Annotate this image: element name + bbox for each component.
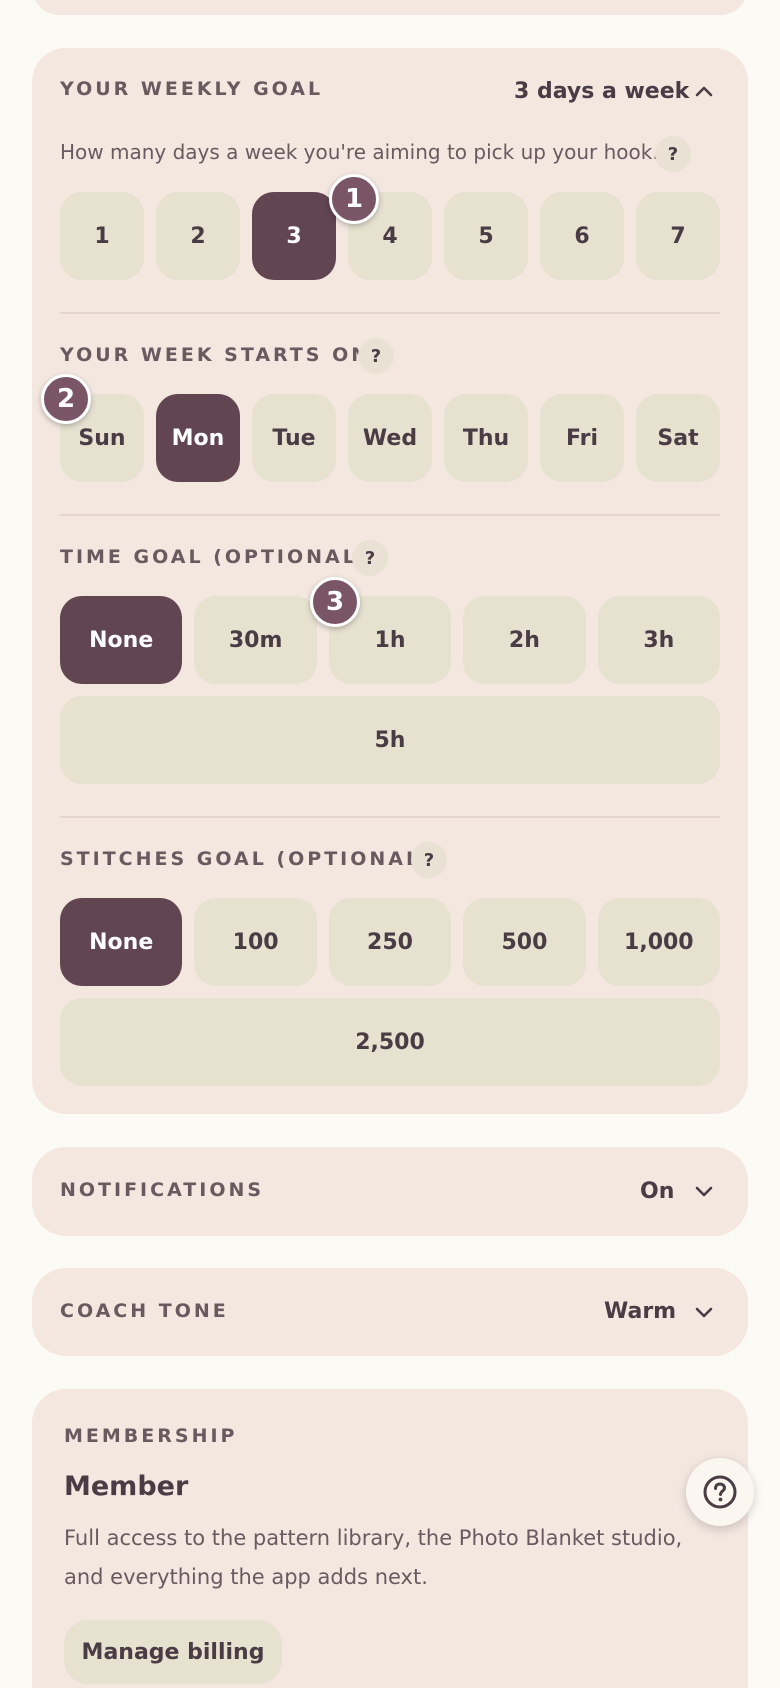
stitches-goal-options: None 100 250 500 1,000 [60,898,721,986]
membership-label: MEMBERSHIP [64,1425,238,1447]
membership-description: Full access to the pattern library, the … [64,1526,683,1589]
week-start-option-wed[interactable]: Wed [348,394,432,482]
week-start-option-fri[interactable]: Fri [540,394,624,482]
week-start-option-thu[interactable]: Thu [444,394,528,482]
time-goal-option-none[interactable]: None [60,596,183,684]
coach-tone-value: Warm [604,1299,677,1324]
weekly-goal-option-2[interactable]: 2 [156,192,240,280]
divider [60,312,720,314]
time-goal-help-icon[interactable]: ? [352,540,388,576]
help-fab-button[interactable] [686,1458,754,1526]
notifications-value: On [640,1179,675,1204]
stitches-goal-option-wide[interactable]: 2,500 [60,998,720,1086]
weekly-goal-option-6[interactable]: 6 [540,192,624,280]
week-start-options: Sun Mon Tue Wed Thu Fri Sat [60,394,720,482]
chevron-down-icon[interactable] [692,1300,716,1324]
help-circle-icon [703,1475,737,1509]
stitches-goal-option-250[interactable]: 250 [328,898,452,986]
weekly-goal-value[interactable]: 3 days a week [514,79,689,104]
weekly-goal-help-icon[interactable]: ? [655,136,691,172]
weekly-goal-option-7[interactable]: 7 [636,192,720,280]
step-badge-1: 1 [329,174,379,224]
membership-title: Member [64,1471,189,1502]
stitches-goal-label: STITCHES GOAL (OPTIONAL) [60,848,433,870]
divider [60,514,720,516]
time-goal-option-3h[interactable]: 3h [597,596,721,684]
previous-section-card [32,0,748,15]
stitches-goal-option-100[interactable]: 100 [194,898,317,986]
stitches-goal-option-500[interactable]: 500 [463,898,586,986]
step-badge-2: 2 [41,374,91,424]
goals-card: YOUR WEEKLY GOAL 3 days a week How many … [32,48,748,1114]
time-goal-option-wide[interactable]: 5h [60,696,720,784]
manage-billing-button[interactable]: Manage billing [64,1620,282,1684]
membership-card: MEMBERSHIP Member Full access to the pat… [32,1389,748,1688]
stitches-goal-help-icon[interactable]: ? [411,842,447,878]
notifications-label: NOTIFICATIONS [60,1179,265,1201]
week-start-help-icon[interactable]: ? [358,338,394,374]
divider [60,816,720,818]
stitches-goal-option-1000[interactable]: 1,000 [597,898,721,986]
week-start-option-tue[interactable]: Tue [252,394,336,482]
time-goal-option-2h[interactable]: 2h [463,596,586,684]
weekly-goal-option-5[interactable]: 5 [444,192,528,280]
step-badge-3: 3 [310,577,360,627]
weekly-goal-option-3[interactable]: 3 [252,192,336,280]
time-goal-option-30m[interactable]: 30m [194,596,317,684]
time-goal-label: TIME GOAL (OPTIONAL) [60,546,370,568]
week-start-option-sat[interactable]: Sat [636,394,720,482]
weekly-goal-label: YOUR WEEKLY GOAL [60,78,324,100]
chevron-down-icon[interactable] [692,1179,716,1203]
weekly-goal-option-1[interactable]: 1 [60,192,144,280]
weekly-goal-description: How many days a week you're aiming to pi… [60,140,659,164]
time-goal-options: None 30m 1h 2h 3h [60,596,721,684]
stitches-goal-option-none[interactable]: None [60,898,183,986]
weekly-goal-options: 1234567 [60,192,720,280]
week-start-option-mon[interactable]: Mon [156,394,240,482]
coach-tone-label: COACH TONE [60,1300,229,1322]
notifications-card[interactable]: NOTIFICATIONS On [32,1147,748,1236]
week-start-label: YOUR WEEK STARTS ON [60,344,371,366]
chevron-up-icon[interactable] [692,80,716,104]
coach-tone-card[interactable]: COACH TONE Warm [32,1268,748,1356]
